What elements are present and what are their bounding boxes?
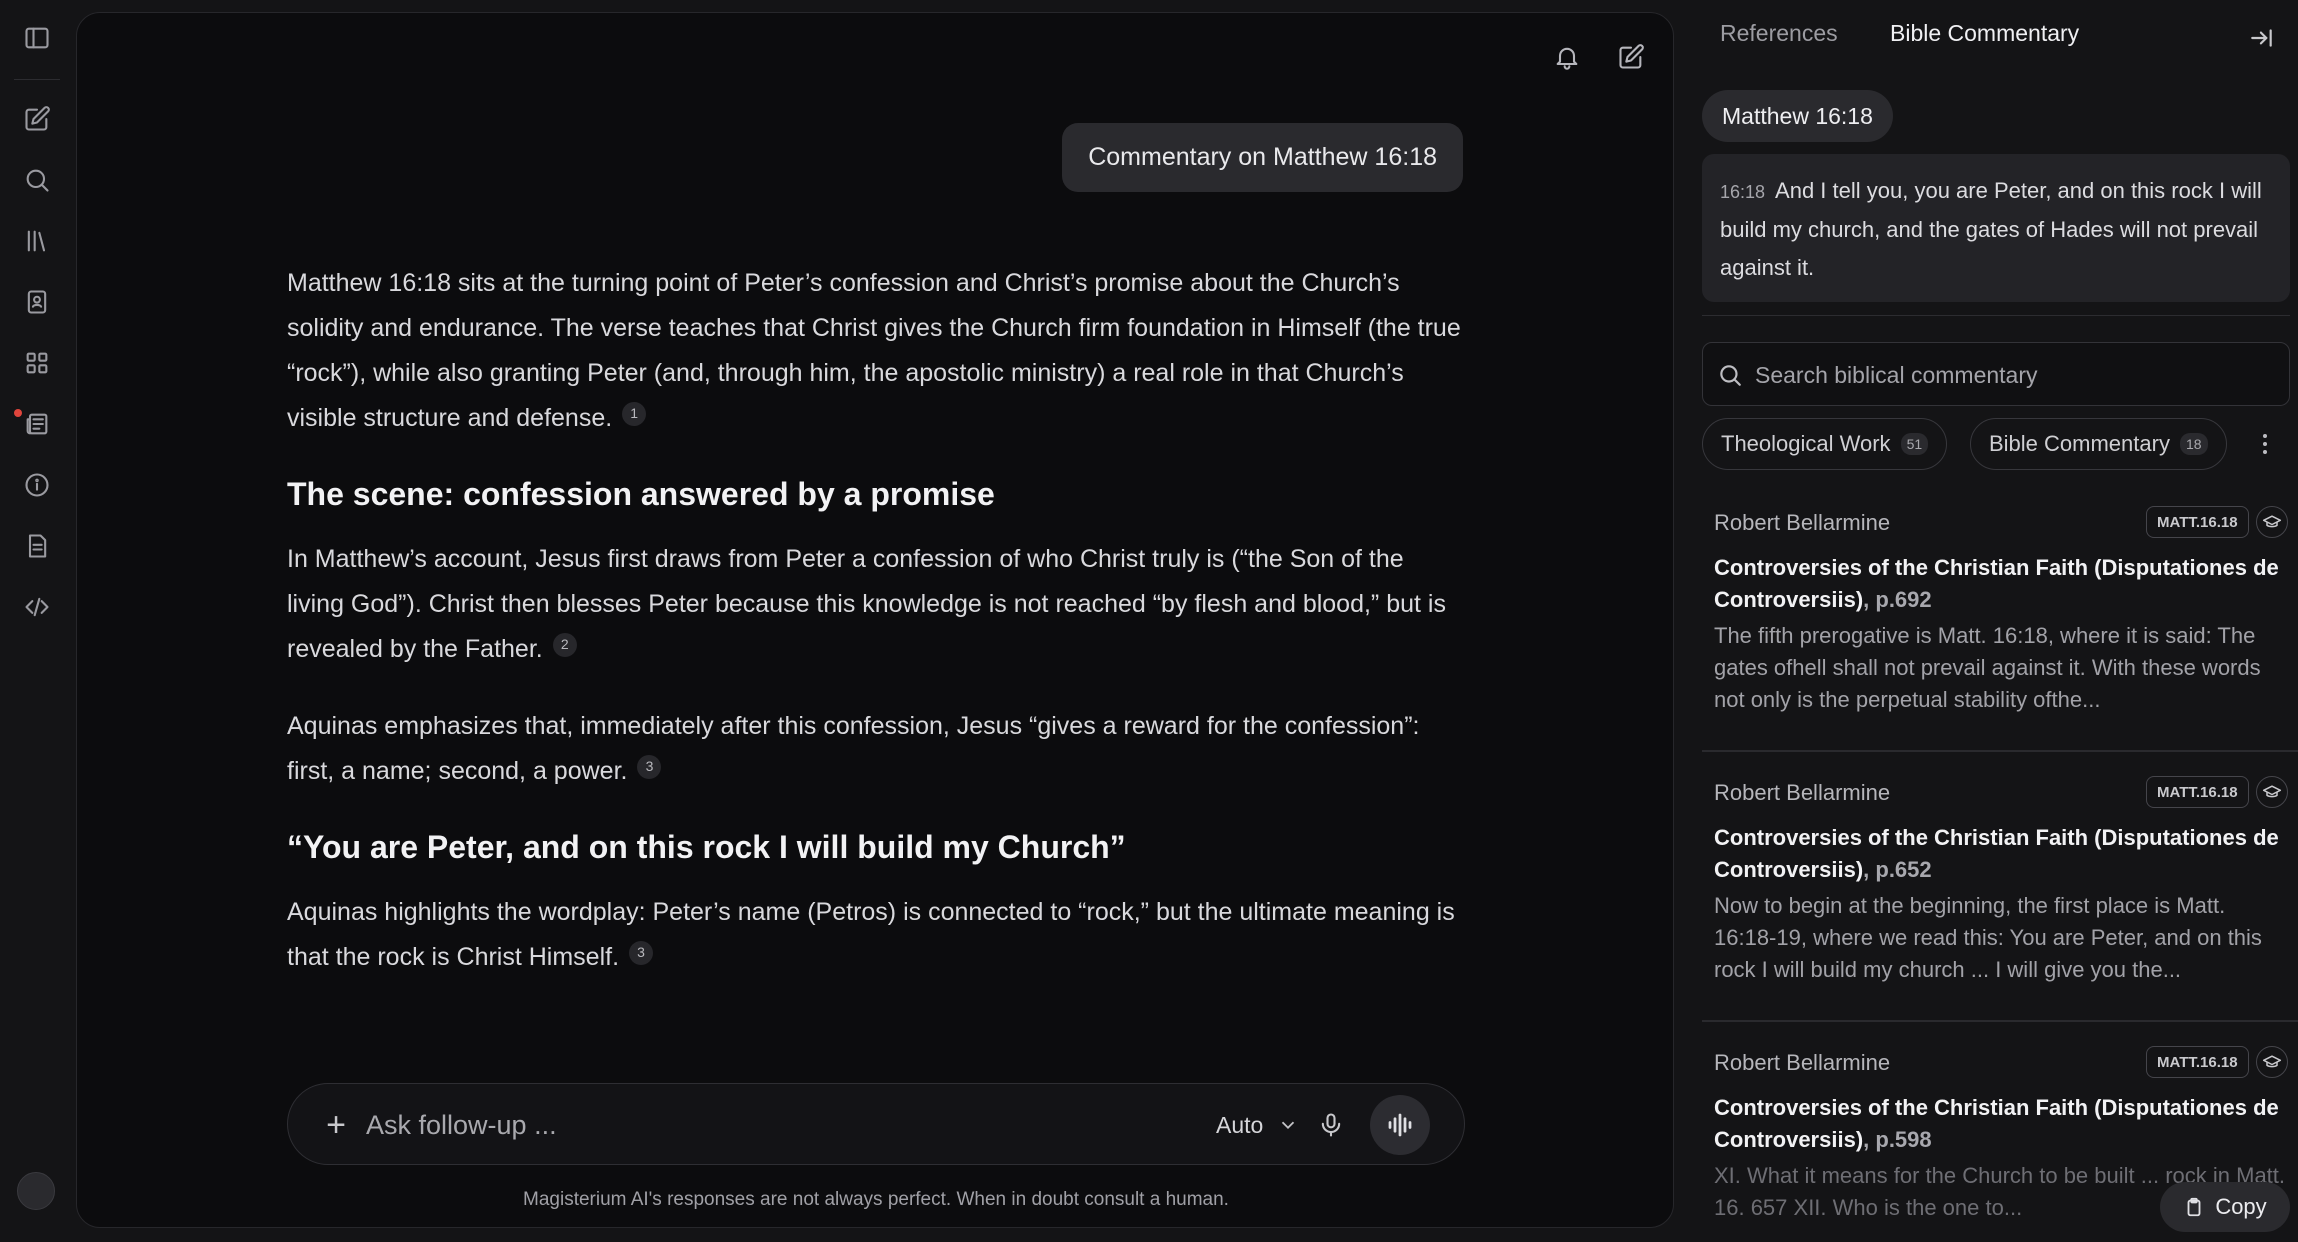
card-title: Controversies of the Christian Faith (Di… (1714, 555, 2279, 612)
info-icon[interactable] (17, 465, 57, 505)
filter-count: 51 (1900, 433, 1929, 455)
graduation-cap-icon[interactable] (2256, 1046, 2288, 1078)
assistant-response: Matthew 16:18 sits at the turning point … (287, 261, 1467, 1012)
card-divider (1702, 1020, 2298, 1022)
follow-up-input[interactable] (366, 1104, 1166, 1146)
verse-text-box: 16:18 And I tell you, you are Peter, and … (1702, 154, 2290, 302)
rail-divider (14, 79, 60, 80)
filter-label: Theological Work (1721, 431, 1891, 456)
paragraph: Aquinas highlights the wordplay: Peter’s… (287, 898, 1455, 971)
compose-icon[interactable] (1611, 37, 1651, 77)
intro-paragraph: Matthew 16:18 sits at the turning point … (287, 269, 1461, 432)
card-author: Robert Bellarmine (1714, 1050, 1891, 1075)
commentary-search (1702, 342, 2290, 406)
collapse-panel-icon[interactable] (2242, 18, 2282, 58)
commentary-card[interactable]: Robert Bellarmine MATT.16.18 Controversi… (1702, 506, 2298, 752)
document-icon[interactable] (17, 526, 57, 566)
composer: + Auto (287, 1083, 1465, 1165)
voice-mode-button[interactable] (1370, 1095, 1430, 1155)
card-author: Robert Bellarmine (1714, 510, 1891, 535)
clipboard-icon (2187, 1197, 2201, 1217)
sidebar-toggle-icon[interactable] (17, 18, 57, 58)
card-divider (1702, 750, 2298, 752)
microphone-icon[interactable] (1310, 1104, 1352, 1146)
verse-reference-chip[interactable]: Matthew 16:18 (1702, 90, 1893, 142)
notification-dot (14, 409, 22, 417)
references-panel: References Bible Commentary Matthew 16:1… (1690, 0, 2298, 1242)
left-rail (0, 0, 74, 1242)
waveform-icon (1388, 1113, 1412, 1137)
avatar[interactable] (17, 1172, 55, 1210)
verse-text: And I tell you, you are Peter, and on th… (1720, 178, 2262, 280)
verse-tag: MATT.16.18 (2146, 776, 2249, 808)
section-heading: The scene: confession answered by a prom… (287, 476, 995, 512)
copy-label: Copy (2215, 1194, 2267, 1219)
bell-icon[interactable] (1547, 37, 1587, 77)
apps-grid-icon[interactable] (17, 343, 57, 383)
library-icon[interactable] (17, 221, 57, 261)
attach-plus-icon[interactable]: + (316, 1105, 356, 1145)
user-message-bubble: Commentary on Matthew 16:18 (1062, 123, 1463, 192)
graduation-cap-icon[interactable] (2256, 776, 2288, 808)
new-chat-icon[interactable] (17, 99, 57, 139)
disclaimer: Magisterium AI's responses are not alway… (523, 1189, 1229, 1210)
chevron-down-icon (1282, 1121, 1295, 1130)
divider (1702, 315, 2290, 316)
citation-badge[interactable]: 2 (552, 632, 577, 657)
card-excerpt: The fifth prerogative is Matt. 16:18, wh… (1714, 623, 2261, 712)
tab-bible-commentary[interactable]: Bible Commentary (1890, 20, 2079, 47)
verse-number: 16:18 (1720, 182, 1766, 202)
model-select-label: Auto (1216, 1111, 1264, 1138)
news-icon[interactable] (17, 404, 57, 444)
card-excerpt: Now to begin at the beginning, the first… (1714, 893, 2262, 982)
paragraph: Aquinas emphasizes that, immediately aft… (287, 712, 1420, 785)
chat-panel: Commentary on Matthew 16:18 Matthew 16:1… (76, 12, 1674, 1228)
filter-count: 18 (2179, 433, 2208, 455)
commentary-card[interactable]: Robert Bellarmine MATT.16.18 Controversi… (1702, 776, 2298, 1022)
paragraph: In Matthew’s account, Jesus first draws … (287, 545, 1446, 663)
tab-references[interactable]: References (1720, 20, 1838, 47)
more-options-icon[interactable] (2250, 428, 2280, 460)
filter-label: Bible Commentary (1989, 431, 2170, 456)
copy-button[interactable]: Copy (2160, 1182, 2290, 1232)
model-select[interactable]: Auto (1216, 1104, 1299, 1146)
citation-badge[interactable]: 3 (629, 940, 654, 965)
citation-badge[interactable]: 3 (637, 754, 662, 779)
graduation-cap-icon[interactable] (2256, 506, 2288, 538)
search-icon (1720, 365, 1741, 386)
contacts-book-icon[interactable] (17, 282, 57, 322)
code-icon[interactable] (17, 587, 57, 627)
filter-bible-commentary[interactable]: Bible Commentary 18 (1970, 418, 2227, 470)
card-title: Controversies of the Christian Faith (Di… (1714, 825, 2279, 882)
search-icon[interactable] (17, 160, 57, 200)
verse-tag: MATT.16.18 (2146, 1046, 2249, 1078)
filter-theological-work[interactable]: Theological Work 51 (1702, 418, 1948, 470)
card-author: Robert Bellarmine (1714, 780, 1891, 805)
verse-tag: MATT.16.18 (2146, 506, 2249, 538)
card-title: Controversies of the Christian Faith (Di… (1714, 1095, 2279, 1152)
commentary-search-input[interactable] (1755, 355, 2275, 395)
section-heading: “You are Peter, and on this rock I will … (287, 829, 1126, 865)
citation-badge[interactable]: 1 (622, 401, 647, 426)
